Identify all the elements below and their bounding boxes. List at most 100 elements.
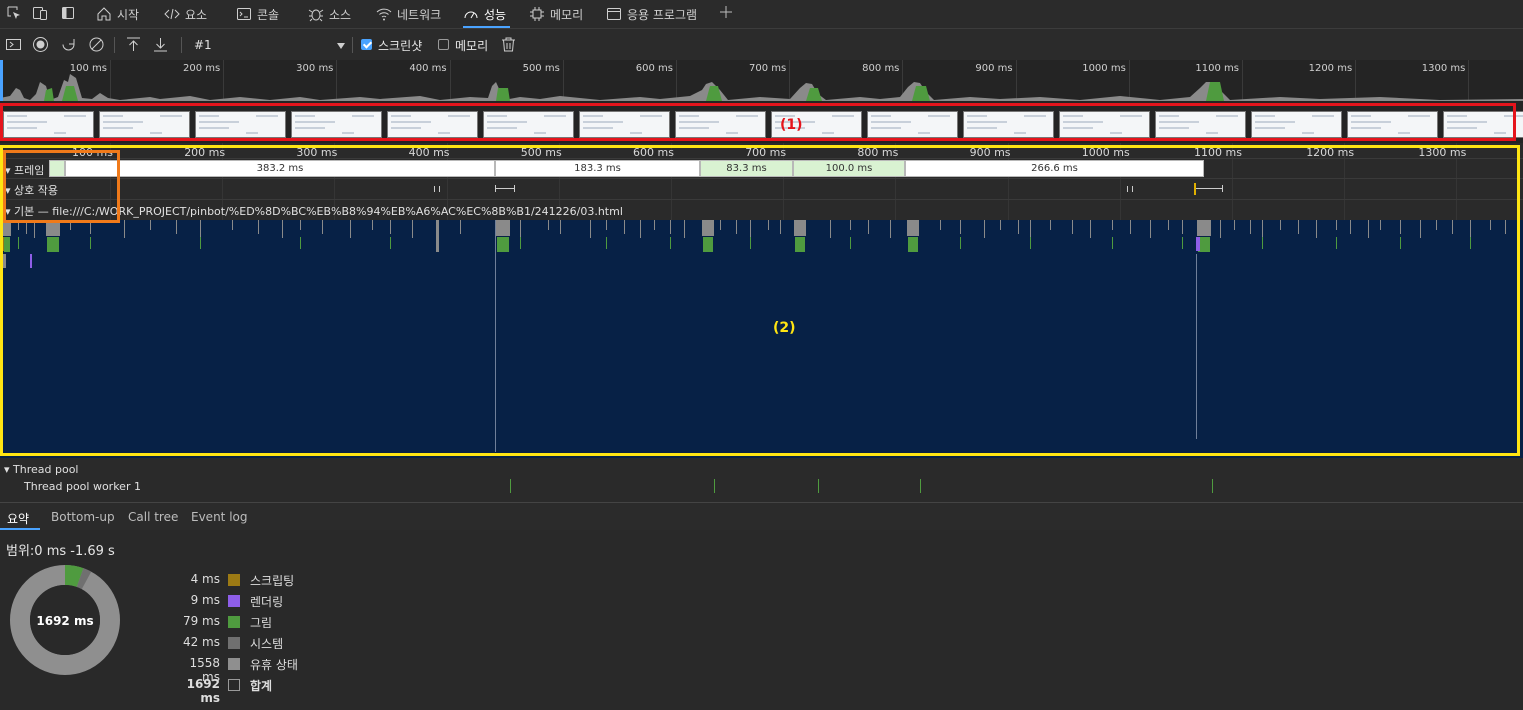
task-bar[interactable] (1072, 220, 1073, 234)
task-bar[interactable] (1490, 220, 1491, 230)
task-bar[interactable] (1130, 220, 1131, 234)
task-bar[interactable] (1368, 220, 1369, 238)
tab-elements[interactable]: 요소 (164, 0, 207, 28)
flame-chart[interactable]: 100 ms 200 ms 300 ms 400 ms 500 ms 600 ms 700 … (0, 143, 1523, 458)
task-bar[interactable] (907, 220, 919, 236)
task-bar[interactable] (200, 237, 201, 249)
task-bar[interactable] (47, 237, 59, 252)
recording-select[interactable]: #1 (188, 37, 348, 54)
task-bar[interactable] (850, 220, 851, 230)
interactions-track[interactable]: ▾ 상호 작용 (0, 178, 1523, 198)
task-bar[interactable] (940, 220, 941, 230)
frame-block[interactable]: 183.3 ms (495, 160, 700, 177)
task-bar[interactable] (960, 237, 961, 249)
task-bar[interactable] (624, 220, 625, 234)
task-bar[interactable] (684, 220, 685, 238)
task-bar[interactable] (412, 220, 413, 238)
task-bar[interactable] (176, 220, 177, 234)
main-thread-flame[interactable] (0, 220, 1523, 458)
task-bar[interactable] (390, 237, 391, 249)
task-bar[interactable] (1298, 220, 1299, 234)
worker-task[interactable] (818, 479, 819, 493)
task-bar[interactable] (436, 220, 439, 252)
tab-network[interactable]: 네트워크 (376, 0, 441, 28)
task-bar[interactable] (460, 220, 461, 234)
task-bar[interactable] (720, 220, 721, 230)
task-bar[interactable] (18, 237, 19, 249)
task-bar[interactable] (1452, 220, 1453, 234)
task-bar[interactable] (560, 220, 561, 234)
worker-task[interactable] (920, 479, 921, 493)
task-bar[interactable] (200, 220, 201, 238)
task-bar[interactable] (1000, 220, 1001, 230)
dock-side-icon[interactable] (60, 5, 76, 21)
task-bar[interactable] (4, 237, 10, 252)
trash-icon[interactable] (500, 36, 517, 53)
task-bar[interactable] (1400, 220, 1401, 234)
task-bar[interactable] (768, 220, 769, 230)
reload-record-icon[interactable] (60, 36, 77, 53)
task-bar[interactable] (1436, 220, 1437, 230)
task-bar[interactable] (794, 220, 806, 236)
task-bar[interactable] (1196, 237, 1200, 251)
frames-track[interactable]: ▾ 프레임 383.2 ms 183.3 ms 83.3 ms 100.0 ms… (0, 158, 1523, 178)
worker-task[interactable] (714, 479, 715, 493)
task-bar[interactable] (750, 220, 751, 238)
inspect-icon[interactable] (6, 5, 22, 21)
task-bar[interactable] (300, 237, 301, 249)
task-bar[interactable] (1030, 220, 1031, 238)
tab-bottom-up[interactable]: Bottom-up (51, 510, 115, 524)
task-bar[interactable] (150, 220, 151, 230)
task-bar[interactable] (702, 220, 714, 236)
task-bar[interactable] (1505, 220, 1506, 234)
task-bar[interactable] (124, 220, 125, 238)
task-bar[interactable] (496, 220, 510, 236)
add-tab-icon[interactable] (718, 4, 734, 20)
interaction-marker[interactable] (495, 185, 515, 192)
frame-block[interactable] (49, 160, 65, 177)
toggle-sidebar-icon[interactable] (5, 36, 22, 53)
task-bar[interactable] (1112, 220, 1113, 230)
screenshot-thumbnail[interactable] (1059, 111, 1150, 138)
memory-checkbox[interactable] (438, 39, 449, 50)
task-bar[interactable] (1018, 220, 1019, 234)
task-bar[interactable] (736, 220, 737, 234)
task-bar[interactable] (1182, 220, 1183, 234)
task-bar[interactable] (26, 220, 27, 234)
screenshot-thumbnail[interactable] (1347, 111, 1438, 138)
task-bar[interactable] (1336, 220, 1337, 230)
task-bar[interactable] (90, 237, 91, 249)
interaction-marker[interactable] (1196, 185, 1223, 192)
task-bar[interactable] (1050, 220, 1051, 230)
task-bar[interactable] (590, 220, 591, 238)
task-bar[interactable] (1196, 254, 1197, 439)
task-bar[interactable] (232, 220, 233, 230)
task-bar[interactable] (1470, 237, 1471, 249)
task-bar[interactable] (780, 220, 781, 234)
task-bar[interactable] (548, 220, 549, 230)
tab-memory[interactable]: 메모리 (529, 0, 583, 28)
task-bar[interactable] (282, 220, 283, 238)
task-bar[interactable] (0, 237, 4, 251)
task-bar[interactable] (497, 237, 509, 252)
task-bar[interactable] (1030, 237, 1031, 249)
task-bar[interactable] (960, 220, 961, 234)
worker-task[interactable] (1212, 479, 1213, 493)
task-bar[interactable] (654, 220, 655, 230)
task-bar[interactable] (1090, 220, 1091, 238)
screenshot-thumbnail[interactable] (579, 111, 670, 138)
task-bar[interactable] (1280, 220, 1281, 230)
screenshot-thumbnail[interactable] (3, 111, 94, 138)
task-bar[interactable] (390, 220, 391, 234)
frame-block[interactable]: 383.2 ms (65, 160, 495, 177)
interaction-marker[interactable] (434, 186, 440, 192)
task-bar[interactable] (984, 220, 985, 238)
screenshot-thumbnail[interactable] (1251, 111, 1342, 138)
task-bar[interactable] (0, 254, 6, 268)
screenshot-thumbnail[interactable] (195, 111, 286, 138)
task-bar[interactable] (520, 220, 521, 238)
task-bar[interactable] (670, 237, 671, 249)
task-bar[interactable] (46, 220, 60, 236)
task-bar[interactable] (850, 237, 851, 249)
thread-pool-track[interactable]: ▾ Thread pool Thread pool worker 1 (0, 458, 1523, 502)
